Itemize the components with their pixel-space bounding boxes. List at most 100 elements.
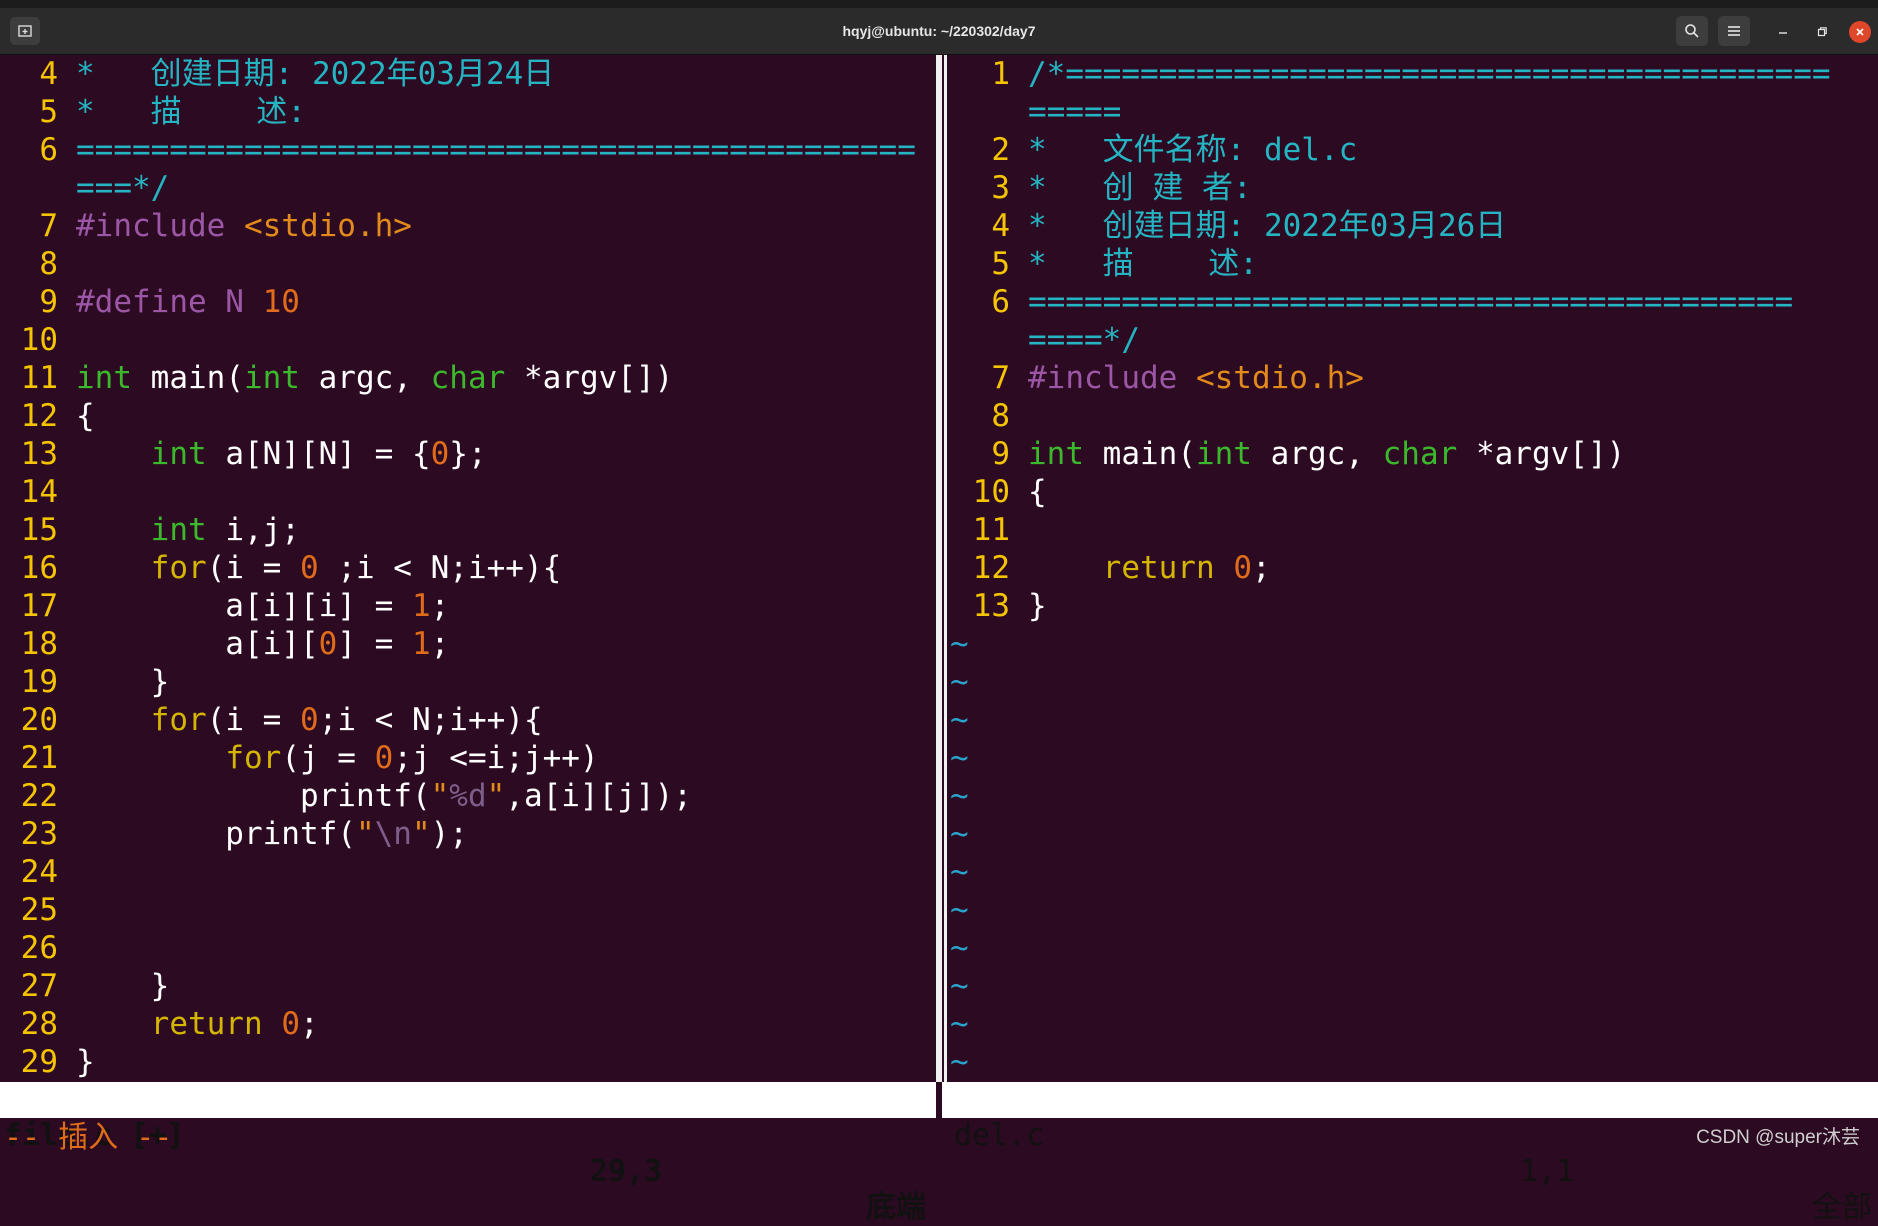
code-line[interactable]: 17 a[i][i] = 1; — [0, 587, 932, 625]
code-line[interactable]: ====*/ — [950, 321, 1878, 359]
code-line[interactable]: 3 * 创 建 者: — [950, 169, 1878, 207]
status-divider — [932, 1082, 950, 1118]
code-line[interactable]: 20 for(i = 0;i < N;i++){ — [0, 701, 932, 739]
code-line[interactable]: 22 printf("%d",a[i][j]); — [0, 777, 932, 815]
status-line-left: file.c [+] 29,3 底端 — [0, 1082, 932, 1225]
code-text: ========================================… — [1010, 284, 1793, 320]
code-token: ; — [299, 1006, 319, 1042]
code-line[interactable]: 4 * 创建日期: 2022年03月26日 — [950, 207, 1878, 245]
line-number: 11 — [972, 512, 1010, 548]
maximize-icon[interactable] — [1811, 21, 1833, 43]
code-token: * 创建日期: 2022年03月26日 — [1028, 208, 1507, 244]
code-line[interactable]: 13 int a[N][N] = {0}; — [0, 435, 932, 473]
code-token: } — [76, 664, 170, 700]
code-text: for(j = 0;j <=i;j++) — [58, 740, 599, 776]
code-line[interactable]: ===*/ — [0, 169, 932, 207]
code-token: ====*/ — [1028, 322, 1140, 358]
code-line[interactable]: 10 { — [950, 473, 1878, 511]
code-line[interactable]: 29} — [0, 1043, 932, 1081]
code-line[interactable]: 19 } — [0, 663, 932, 701]
editor-pane-right[interactable]: 1 /*=====================================… — [950, 55, 1878, 1082]
vertical-split-divider[interactable] — [932, 55, 950, 1082]
line-number: 12 — [972, 550, 1010, 586]
code-line[interactable]: 5 * 描 述: — [950, 245, 1878, 283]
search-icon[interactable] — [1676, 16, 1708, 46]
code-line[interactable]: 11 int main(int argc, char *argv[]) — [0, 359, 932, 397]
code-token: ;i < N;i++){ — [318, 550, 562, 586]
code-line[interactable]: 21 for(j = 0;j <=i;j++) — [0, 739, 932, 777]
code-line[interactable]: 28 return 0; — [0, 1005, 932, 1043]
code-text: * 描 述: — [1010, 246, 1258, 282]
code-token: " — [355, 816, 375, 852]
code-line[interactable]: 16 for(i = 0 ;i < N;i++){ — [0, 549, 932, 587]
line-number: 9 — [991, 436, 1010, 472]
code-line[interactable]: 7 #include <stdio.h> — [0, 207, 932, 245]
code-text: int main(int argc, char *argv[]) — [1010, 436, 1625, 472]
code-line[interactable]: 18 a[i][0] = 1; — [0, 625, 932, 663]
code-line[interactable]: 25 — [0, 891, 932, 929]
code-line[interactable]: 5 * 描 述: — [0, 93, 932, 131]
code-text: int a[N][N] = {0}; — [58, 436, 487, 472]
code-line[interactable]: 6 =======================================… — [0, 131, 932, 169]
code-token: ;j <=i;j++) — [393, 740, 599, 776]
code-line[interactable]: 1 /*=====================================… — [950, 55, 1878, 93]
desktop-top-strip — [0, 0, 1878, 8]
code-line[interactable]: 7 #include <stdio.h> — [950, 359, 1878, 397]
editor-pane-left[interactable]: 4 * 创建日期: 2022年03月24日 5 * 描 述: 6 ============… — [0, 55, 932, 1082]
code-line[interactable]: 24 — [0, 853, 932, 891]
line-number: 17 — [20, 588, 58, 624]
code-token: main( — [1084, 436, 1196, 472]
code-token: a[N][N] = { — [206, 436, 431, 472]
line-number: 7 — [991, 360, 1010, 396]
code-line[interactable]: 11 — [950, 511, 1878, 549]
empty-line-tilde: ~ — [950, 854, 969, 890]
code-line[interactable]: 15 int i,j; — [0, 511, 932, 549]
line-number: 10 — [972, 474, 1010, 510]
code-token: /*======================================… — [1028, 56, 1831, 92]
code-token: { — [1028, 474, 1047, 510]
empty-line-tilde: ~ — [950, 778, 969, 814]
code-line[interactable]: 13} — [950, 587, 1878, 625]
code-token: ========================================… — [76, 132, 916, 168]
code-token: ; — [1251, 550, 1271, 586]
code-line[interactable]: 10 — [0, 321, 932, 359]
code-line[interactable]: 8 — [0, 245, 932, 283]
line-number: 10 — [20, 322, 58, 358]
code-line[interactable]: 26 — [0, 929, 932, 967]
status-cursor-position: 29,3 — [590, 1154, 663, 1189]
code-line[interactable]: 9 int main(int argc, char *argv[]) — [950, 435, 1878, 473]
code-line[interactable]: 12 return 0; — [950, 549, 1878, 587]
code-token: printf( — [76, 816, 356, 852]
code-line[interactable]: 6 =======================================… — [950, 283, 1878, 321]
code-text: int main(int argc, char *argv[]) — [58, 360, 673, 396]
code-line[interactable]: 9 #define N 10 — [0, 283, 932, 321]
code-token: int — [150, 436, 207, 472]
code-line[interactable]: ===== — [950, 93, 1878, 131]
code-token: ] = — [337, 626, 412, 662]
code-line[interactable]: 2 * 文件名称: del.c — [950, 131, 1878, 169]
code-line[interactable]: 8 — [950, 397, 1878, 435]
hamburger-menu-icon[interactable] — [1718, 16, 1750, 46]
empty-line-tilde: ~ — [950, 626, 969, 662]
code-line[interactable]: 27 } — [0, 967, 932, 1005]
code-text: for(i = 0;i < N;i++){ — [58, 702, 543, 738]
code-line[interactable]: 4 * 创建日期: 2022年03月24日 — [0, 55, 932, 93]
code-token: argc, — [1251, 436, 1383, 472]
code-text: a[i][i] = 1; — [58, 588, 449, 624]
code-line[interactable]: 14 — [0, 473, 932, 511]
code-token: *argv[]) — [1457, 436, 1626, 472]
code-text: ===*/ — [58, 170, 169, 206]
code-token: 0 — [299, 702, 319, 738]
minimize-icon[interactable] — [1772, 21, 1794, 43]
code-token: }; — [449, 436, 487, 472]
code-line[interactable]: 12 { — [0, 397, 932, 435]
close-icon[interactable] — [1849, 21, 1871, 43]
code-token: (j = — [281, 740, 375, 776]
code-token: ,a[i][j]); — [505, 778, 692, 814]
code-token: ; — [430, 626, 450, 662]
code-line[interactable]: 23 printf("\n"); — [0, 815, 932, 853]
